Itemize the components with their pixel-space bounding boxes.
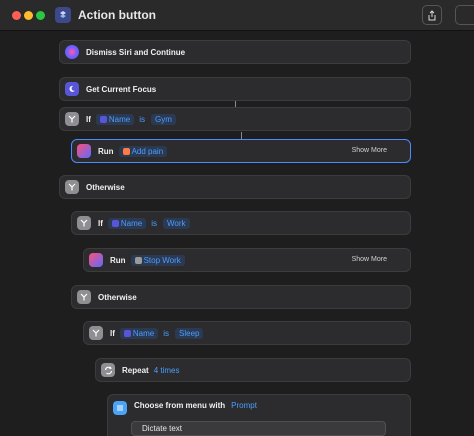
action-if-sleep[interactable]: If Name is Sleep [83,321,411,345]
menu-option-field[interactable]: Dictate text [131,421,386,436]
action-if-gym[interactable]: If Name is Gym [59,107,411,131]
action-label: Get Current Focus [86,84,157,94]
close-window-button[interactable] [12,11,21,20]
run-keyword: Run [98,146,114,156]
zoom-window-button[interactable] [36,11,45,20]
shortcut-token[interactable]: Add pain [118,145,168,157]
action-otherwise[interactable]: Otherwise [59,175,411,199]
shortcut-icon [89,253,103,267]
if-branch-icon [77,290,91,304]
show-more-button[interactable]: Show More [352,256,387,263]
repeat-keyword: Repeat [122,365,149,375]
if-branch-icon [89,326,103,340]
action-run-stop-work[interactable]: Run Stop Work Show More [83,248,411,272]
action-dismiss-siri[interactable]: Dismiss Siri and Continue [59,40,411,64]
otherwise-label: Otherwise [98,292,137,302]
action-repeat[interactable]: Repeat 4 times [95,358,411,382]
shortcut-name: Add pain [131,146,164,156]
if-branch-icon [65,112,79,126]
menu-label: Choose from menu with [134,401,226,410]
if-branch-icon [65,180,79,194]
name-variable-token[interactable]: Name [119,327,159,339]
shortcut-icon [77,144,91,158]
show-more-button[interactable]: Show More [352,147,387,154]
focus-moon-icon [99,115,107,123]
repeat-count[interactable]: 4 times [154,366,180,375]
condition-value[interactable]: Sleep [175,327,204,339]
if-keyword: If [98,218,103,228]
condition-operator[interactable]: is [151,219,157,228]
action-get-current-focus[interactable]: Get Current Focus [59,77,411,101]
repeat-icon [101,363,115,377]
shortcut-token[interactable]: Stop Work [130,254,185,266]
shortcut-name: Stop Work [143,255,181,265]
minimize-window-button[interactable] [24,11,33,20]
siri-icon [65,45,79,59]
focus-moon-icon [123,329,131,337]
variable-label: Name [120,218,143,228]
action-choose-from-menu[interactable]: Choose from menu with Prompt Dictate tex… [107,394,411,436]
name-variable-token[interactable]: Name [95,113,135,125]
condition-operator[interactable]: is [139,115,145,124]
menu-icon [113,401,127,415]
condition-value[interactable]: Work [163,217,190,229]
focus-moon-icon [65,82,79,96]
shortcut-editor-canvas: Dismiss Siri and Continue Get Current Fo… [0,32,474,436]
condition-operator[interactable]: is [163,329,169,338]
share-icon [428,9,436,20]
if-keyword: If [110,328,115,338]
if-keyword: If [86,114,91,124]
shortcut-glyph-icon [122,147,130,155]
window-title: Action button [78,8,156,22]
run-keyword: Run [110,255,126,265]
otherwise-label: Otherwise [86,182,125,192]
action-if-work[interactable]: If Name is Work [71,211,411,235]
variable-label: Name [108,114,131,124]
title-bar: Action button [0,0,474,31]
focus-moon-icon [111,219,119,227]
shortcuts-app-icon [55,7,71,23]
prompt-token[interactable]: Prompt [231,401,257,410]
action-run-add-pain[interactable]: Run Add pain Show More [71,139,411,163]
action-label: Dismiss Siri and Continue [86,47,186,57]
toolbar-edge-button[interactable] [455,5,474,25]
condition-value[interactable]: Gym [151,113,176,125]
share-button[interactable] [422,5,442,25]
shortcut-glyph-icon [134,256,142,264]
name-variable-token[interactable]: Name [107,217,147,229]
action-otherwise[interactable]: Otherwise [71,285,411,309]
variable-label: Name [132,328,155,338]
if-branch-icon [77,216,91,230]
